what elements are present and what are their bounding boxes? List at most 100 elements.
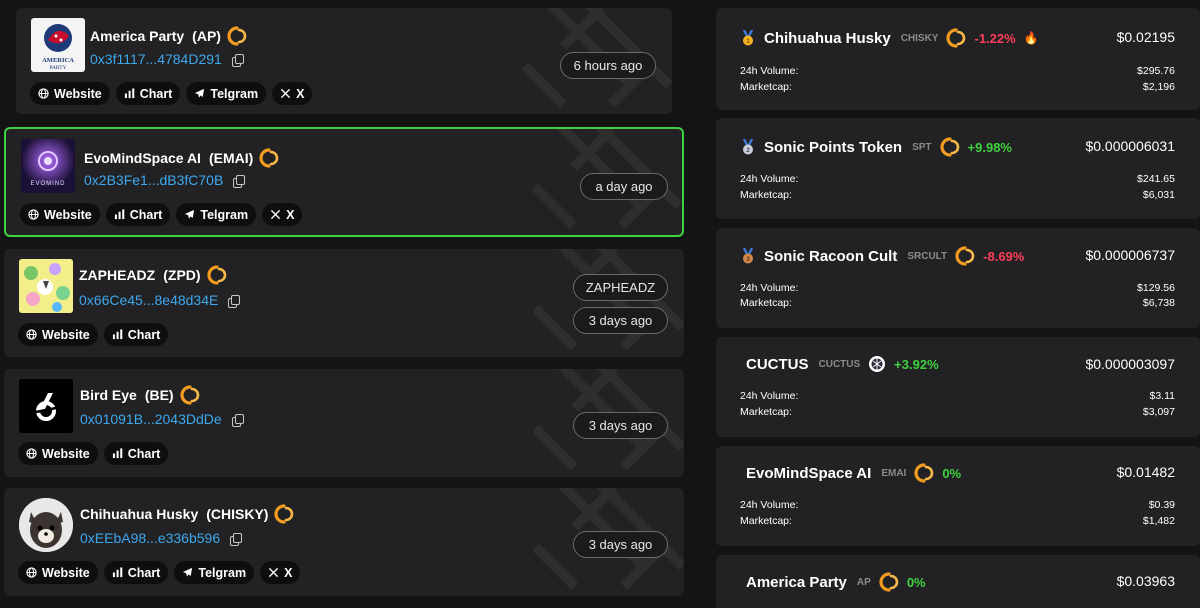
x-button[interactable]: X bbox=[260, 561, 301, 584]
globe-icon bbox=[26, 567, 37, 578]
globe-icon bbox=[26, 448, 37, 459]
x-button[interactable]: X bbox=[262, 203, 303, 226]
stat-card[interactable]: 1 Chihuahua Husky CHISKY -1.22% 🔥 $0.021… bbox=[716, 8, 1200, 110]
chart-button[interactable]: Chart bbox=[115, 82, 181, 105]
chart-button[interactable]: Chart bbox=[103, 323, 169, 346]
copy-icon[interactable] bbox=[231, 53, 244, 67]
time-badge: 3 days ago bbox=[573, 307, 668, 334]
chart-icon bbox=[112, 329, 123, 340]
time-badge: 6 hours ago bbox=[560, 52, 656, 79]
stat-price: $0.01482 bbox=[1116, 464, 1175, 480]
token-symbol: (EMAI) bbox=[208, 150, 254, 166]
website-button[interactable]: Website bbox=[18, 442, 98, 465]
stat-ticker: CHISKY bbox=[900, 32, 939, 44]
token-logo bbox=[19, 379, 73, 433]
x-icon bbox=[268, 567, 279, 578]
x-icon bbox=[280, 88, 291, 99]
token-card[interactable]: Chihuahua Husky (CHISKY) 0xEEbA98...e336… bbox=[4, 488, 684, 596]
stat-price: $0.02195 bbox=[1116, 29, 1175, 45]
token-address[interactable]: 0x2B3Fe1...dB3fC70B bbox=[84, 172, 223, 188]
token-symbol: (AP) bbox=[192, 28, 221, 44]
volume-value: $0.39 bbox=[1148, 499, 1175, 511]
chart-button[interactable]: Chart bbox=[105, 203, 171, 226]
stat-price: $0.000003097 bbox=[1085, 356, 1175, 372]
fire-icon: 🔥 bbox=[1023, 31, 1039, 45]
volume-label: 24h Volume: bbox=[740, 282, 799, 294]
copy-icon[interactable] bbox=[231, 413, 244, 427]
globe-icon bbox=[26, 329, 37, 340]
stat-card[interactable]: CUCTUS CUCTUS +3.92% $0.000003097 24h Vo… bbox=[716, 337, 1200, 437]
time-badge: 3 days ago bbox=[573, 531, 668, 558]
token-symbol: (CHISKY) bbox=[206, 506, 269, 522]
marketcap-label: Marketcap: bbox=[740, 297, 792, 309]
token-name: ZAPHEADZ bbox=[79, 267, 156, 283]
telegram-button[interactable]: Telgram bbox=[186, 82, 267, 105]
token-card-selected[interactable]: EVOMIND EvoMindSpace AI (EMAI) 0x2B3Fe1.… bbox=[4, 127, 684, 237]
stat-ticker: CUCTUS bbox=[818, 358, 861, 370]
token-symbol: (BE) bbox=[144, 387, 174, 403]
volume-value: $3.11 bbox=[1149, 390, 1176, 402]
marketcap-value: $6,738 bbox=[1142, 297, 1175, 309]
token-logo bbox=[19, 498, 73, 552]
stat-price: $0.000006031 bbox=[1085, 138, 1175, 154]
token-name: Bird Eye bbox=[80, 387, 137, 403]
stat-ticker: SPT bbox=[912, 141, 932, 153]
token-logo bbox=[19, 259, 73, 313]
ring-logo-icon bbox=[180, 385, 200, 405]
ring-logo-icon bbox=[946, 28, 966, 48]
token-address[interactable]: 0xEEbA98...e336b596 bbox=[80, 530, 220, 546]
chart-icon bbox=[112, 448, 123, 459]
copy-icon[interactable] bbox=[233, 174, 246, 188]
stat-ticker: SRCULT bbox=[907, 250, 948, 262]
logo-text: EVOMIND bbox=[30, 181, 65, 187]
stat-card[interactable]: America Party AP 0% $0.03963 bbox=[716, 555, 1200, 608]
marketcap-value: $6,031 bbox=[1142, 189, 1175, 201]
token-card[interactable]: ZAPHEADZ (ZPD) 0x66Ce45...8e48d34E Websi… bbox=[4, 249, 684, 357]
stat-card[interactable]: 3 Sonic Racoon Cult SRCULT -8.69% $0.000… bbox=[716, 228, 1200, 328]
token-address[interactable]: 0x01091B...2043DdDe bbox=[80, 411, 222, 427]
token-address[interactable]: 0x66Ce45...8e48d34E bbox=[79, 292, 218, 308]
token-logo: EVOMIND bbox=[21, 139, 75, 193]
x-button[interactable]: X bbox=[272, 82, 313, 105]
telegram-icon bbox=[194, 88, 205, 99]
price-change: 0% bbox=[906, 574, 926, 590]
token-address[interactable]: 0x3f1117...4784D291 bbox=[90, 51, 222, 67]
website-button[interactable]: Website bbox=[30, 82, 110, 105]
time-badge: a day ago bbox=[580, 173, 668, 200]
stat-card[interactable]: EvoMindSpace AI EMAI 0% $0.01482 24h Vol… bbox=[716, 446, 1200, 546]
marketcap-value: $2,196 bbox=[1142, 81, 1175, 93]
price-change: -8.69% bbox=[983, 248, 1025, 264]
token-card[interactable]: Bird Eye (BE) 0x01091B...2043DdDe Websit… bbox=[4, 369, 684, 477]
website-button[interactable]: Website bbox=[20, 203, 100, 226]
silver-medal-icon: 2 bbox=[742, 139, 754, 155]
telegram-icon bbox=[184, 209, 195, 220]
stat-card[interactable]: 2 Sonic Points Token SPT +9.98% $0.00000… bbox=[716, 118, 1200, 219]
price-change: +9.98% bbox=[967, 139, 1012, 155]
copy-icon[interactable] bbox=[230, 532, 243, 546]
chart-button[interactable]: Chart bbox=[103, 442, 169, 465]
website-button[interactable]: Website bbox=[18, 561, 98, 584]
volume-value: $241.65 bbox=[1137, 173, 1175, 185]
time-badge: 3 days ago bbox=[573, 412, 668, 439]
copy-icon[interactable] bbox=[228, 294, 241, 308]
x-icon bbox=[270, 209, 281, 220]
telegram-button[interactable]: Telgram bbox=[174, 561, 255, 584]
volume-value: $295.76 bbox=[1137, 65, 1175, 77]
ring-logo-icon bbox=[227, 26, 247, 46]
marketcap-label: Marketcap: bbox=[740, 406, 792, 418]
token-name: America Party bbox=[90, 28, 185, 44]
volume-label: 24h Volume: bbox=[740, 390, 799, 402]
watermark-pattern bbox=[534, 249, 684, 357]
chart-button[interactable]: Chart bbox=[103, 561, 169, 584]
stat-title: Chihuahua Husky bbox=[764, 29, 891, 47]
price-change: 0% bbox=[942, 465, 962, 481]
ring-logo-icon bbox=[879, 572, 899, 592]
ring-logo-icon bbox=[274, 504, 294, 524]
token-card[interactable]: AMERICA PARTY America Party (AP) 0x3f111… bbox=[16, 8, 672, 114]
ring-logo-icon bbox=[914, 463, 934, 483]
volume-label: 24h Volume: bbox=[740, 499, 799, 511]
telegram-button[interactable]: Telgram bbox=[176, 203, 257, 226]
volume-label: 24h Volume: bbox=[740, 173, 799, 185]
website-button[interactable]: Website bbox=[18, 323, 98, 346]
stat-title: EvoMindSpace AI bbox=[746, 464, 872, 482]
